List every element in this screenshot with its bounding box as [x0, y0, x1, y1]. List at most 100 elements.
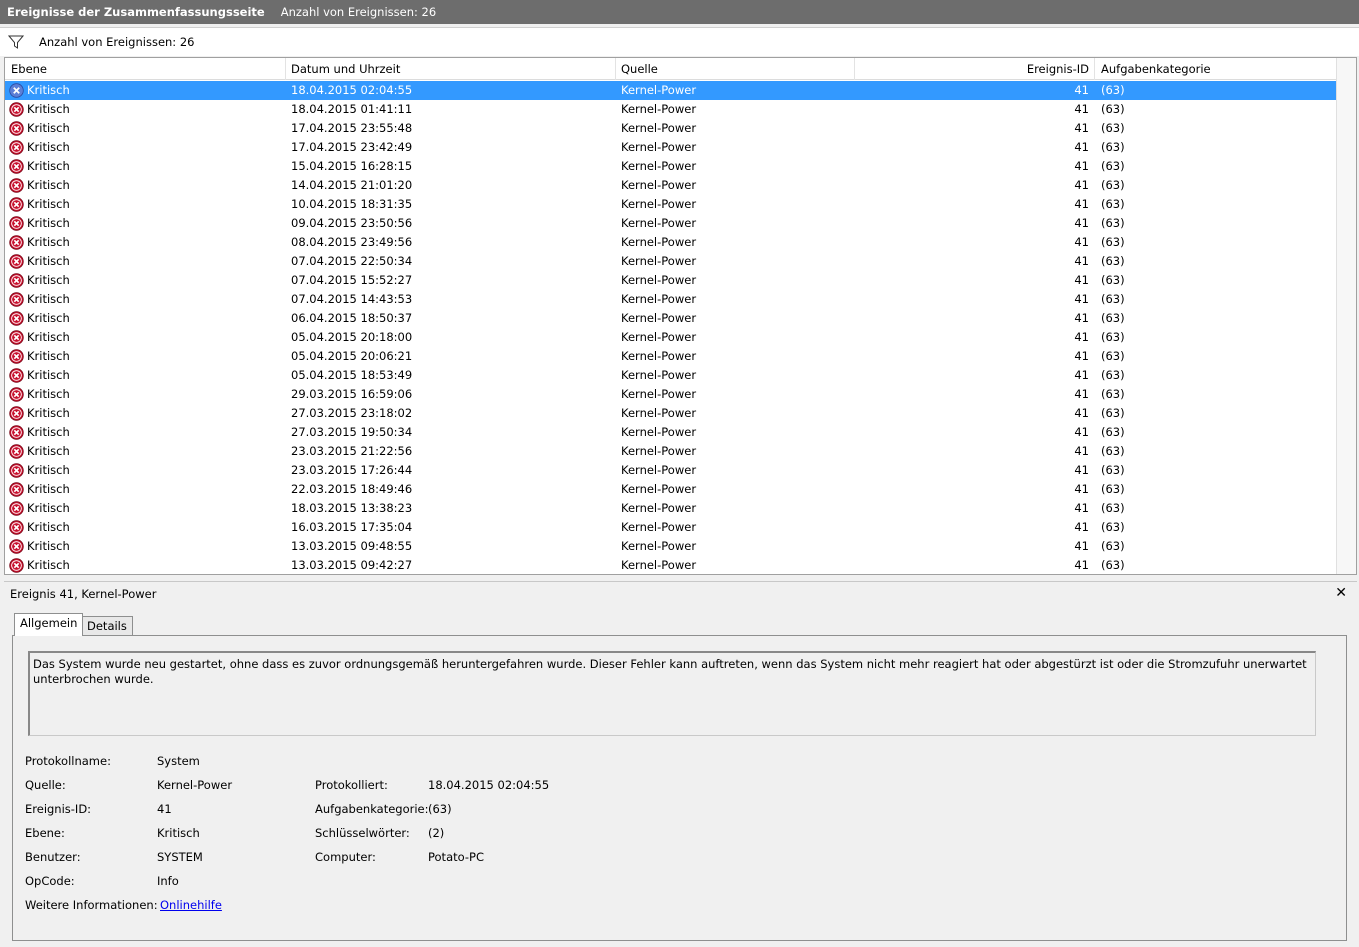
cell-category: (63) [1101, 558, 1125, 572]
table-row[interactable]: Kritisch 05.04.2015 20:06:21 Kernel-Power 4… [5, 347, 1337, 366]
cell-level: Kritisch [27, 121, 70, 135]
column-header-category[interactable]: Aufgabenkategorie [1095, 58, 1337, 80]
cell-level: Kritisch [27, 216, 70, 230]
table-row[interactable]: Kritisch 23.03.2015 21:22:56 Kernel-Power 4… [5, 442, 1337, 461]
cell-source: Kernel-Power [621, 387, 697, 401]
table-row[interactable]: Kritisch 13.03.2015 09:48:55 Kernel-Power 4… [5, 537, 1337, 556]
table-row[interactable]: Kritisch 16.03.2015 17:35:04 Kernel-Power 4… [5, 518, 1337, 537]
cell-date: 23.03.2015 17:26:44 [291, 463, 413, 477]
cell-source: Kernel-Power [621, 235, 697, 249]
cell-event-id: 41 [1074, 102, 1089, 116]
table-row[interactable]: Kritisch 06.04.2015 18:50:37 Kernel-Power 4… [5, 309, 1337, 328]
critical-error-icon [9, 254, 24, 269]
critical-error-icon [9, 406, 24, 421]
critical-error-icon [9, 444, 24, 459]
cell-category: (63) [1101, 292, 1125, 306]
table-row[interactable]: Kritisch 08.04.2015 23:49:56 Kernel-Power 4… [5, 233, 1337, 252]
column-header-level[interactable]: Ebene [5, 58, 286, 80]
table-row[interactable]: Kritisch 10.04.2015 18:31:35 Kernel-Power 4… [5, 195, 1337, 214]
label-more-info: Weitere Informationen: [25, 898, 158, 912]
critical-error-icon [9, 558, 24, 573]
table-row[interactable]: Kritisch 15.04.2015 16:28:15 Kernel-Power 4… [5, 157, 1337, 176]
value-level: Kritisch [157, 826, 200, 840]
cell-event-id: 41 [1074, 330, 1089, 344]
value-opcode: Info [157, 874, 179, 888]
table-row[interactable]: Kritisch 17.04.2015 23:55:48 Kernel-Power 4… [5, 119, 1337, 138]
event-detail-pane: Ereignis 41, Kernel-Power ✕ Allgemein De… [4, 581, 1357, 945]
table-row[interactable]: Kritisch 07.04.2015 15:52:27 Kernel-Power 4… [5, 271, 1337, 290]
cell-category: (63) [1101, 216, 1125, 230]
critical-error-icon [9, 292, 24, 307]
tab-details[interactable]: Details [81, 616, 133, 635]
cell-level: Kritisch [27, 444, 70, 458]
cell-event-id: 41 [1074, 178, 1089, 192]
cell-category: (63) [1101, 121, 1125, 135]
table-row[interactable]: Kritisch 18.04.2015 02:04:55 Kernel-Power 4… [5, 81, 1337, 100]
cell-level: Kritisch [27, 539, 70, 553]
cell-date: 13.03.2015 09:48:55 [291, 539, 413, 553]
cell-event-id: 41 [1074, 520, 1089, 534]
table-row[interactable]: Kritisch 09.04.2015 23:50:56 Kernel-Power 4… [5, 214, 1337, 233]
cell-level: Kritisch [27, 501, 70, 515]
column-header-source[interactable]: Quelle [616, 58, 855, 80]
cell-event-id: 41 [1074, 140, 1089, 154]
cell-level: Kritisch [27, 311, 70, 325]
cell-event-id: 41 [1074, 444, 1089, 458]
critical-error-icon [9, 482, 24, 497]
cell-source: Kernel-Power [621, 520, 697, 534]
table-row[interactable]: Kritisch 22.03.2015 18:49:46 Kernel-Power 4… [5, 480, 1337, 499]
cell-level: Kritisch [27, 197, 70, 211]
cell-source: Kernel-Power [621, 482, 697, 496]
table-row[interactable]: Kritisch 27.03.2015 23:18:02 Kernel-Power 4… [5, 404, 1337, 423]
table-row[interactable]: Kritisch 27.03.2015 19:50:34 Kernel-Power 4… [5, 423, 1337, 442]
cell-date: 10.04.2015 18:31:35 [291, 197, 413, 211]
cell-level: Kritisch [27, 292, 70, 306]
close-icon[interactable]: ✕ [1335, 585, 1347, 601]
cell-date: 16.03.2015 17:35:04 [291, 520, 413, 534]
table-row[interactable]: Kritisch 07.04.2015 22:50:34 Kernel-Power 4… [5, 252, 1337, 271]
value-logged: 18.04.2015 02:04:55 [428, 778, 550, 792]
events-table[interactable]: Ebene Datum und Uhrzeit Quelle Ereignis-… [4, 57, 1357, 575]
column-header-event-id[interactable]: Ereignis-ID [855, 58, 1095, 80]
table-row[interactable]: Kritisch 05.04.2015 20:18:00 Kernel-Power 4… [5, 328, 1337, 347]
critical-error-icon [9, 520, 24, 535]
tab-allgemein[interactable]: Allgemein [14, 613, 84, 636]
table-row[interactable]: Kritisch 17.04.2015 23:42:49 Kernel-Power 4… [5, 138, 1337, 157]
filter-icon[interactable] [8, 34, 24, 50]
cell-source: Kernel-Power [621, 254, 697, 268]
table-row[interactable]: Kritisch 18.04.2015 01:41:11 Kernel-Power 4… [5, 100, 1337, 119]
label-event-id: Ereignis-ID: [25, 802, 92, 816]
label-task-category: Aufgabenkategorie: [315, 802, 429, 816]
cell-date: 06.04.2015 18:50:37 [291, 311, 413, 325]
table-row[interactable]: Kritisch 14.04.2015 21:01:20 Kernel-Power 4… [5, 176, 1337, 195]
cell-category: (63) [1101, 311, 1125, 325]
event-count-title: Anzahl von Ereignissen: 26 [280, 5, 437, 19]
label-opcode: OpCode: [25, 874, 75, 888]
table-row[interactable]: Kritisch 05.04.2015 18:53:49 Kernel-Power 4… [5, 366, 1337, 385]
table-row[interactable]: Kritisch 13.03.2015 09:42:27 Kernel-Power 4… [5, 556, 1337, 574]
critical-error-icon [9, 83, 24, 98]
online-help-link[interactable]: Onlinehilfe [160, 898, 222, 912]
table-row[interactable]: Kritisch 29.03.2015 16:59:06 Kernel-Power 4… [5, 385, 1337, 404]
cell-date: 27.03.2015 23:18:02 [291, 406, 413, 420]
cell-level: Kritisch [27, 102, 70, 116]
cell-category: (63) [1101, 501, 1125, 515]
cell-event-id: 41 [1074, 501, 1089, 515]
column-header-date[interactable]: Datum und Uhrzeit [286, 58, 616, 80]
cell-category: (63) [1101, 387, 1125, 401]
label-keywords: Schlüsselwörter: [315, 826, 410, 840]
tab-panel-general: Das System wurde neu gestartet, ohne das… [12, 635, 1347, 941]
critical-error-icon [9, 330, 24, 345]
vertical-scrollbar[interactable] [1336, 58, 1356, 574]
cell-date: 07.04.2015 22:50:34 [291, 254, 413, 268]
table-row[interactable]: Kritisch 07.04.2015 14:43:53 Kernel-Power 4… [5, 290, 1337, 309]
table-row[interactable]: Kritisch 23.03.2015 17:26:44 Kernel-Power 4… [5, 461, 1337, 480]
cell-category: (63) [1101, 254, 1125, 268]
cell-event-id: 41 [1074, 349, 1089, 363]
cell-level: Kritisch [27, 387, 70, 401]
cell-date: 18.03.2015 13:38:23 [291, 501, 413, 515]
value-event-id: 41 [157, 802, 172, 816]
table-row[interactable]: Kritisch 18.03.2015 13:38:23 Kernel-Power 4… [5, 499, 1337, 518]
label-user: Benutzer: [25, 850, 81, 864]
cell-event-id: 41 [1074, 159, 1089, 173]
